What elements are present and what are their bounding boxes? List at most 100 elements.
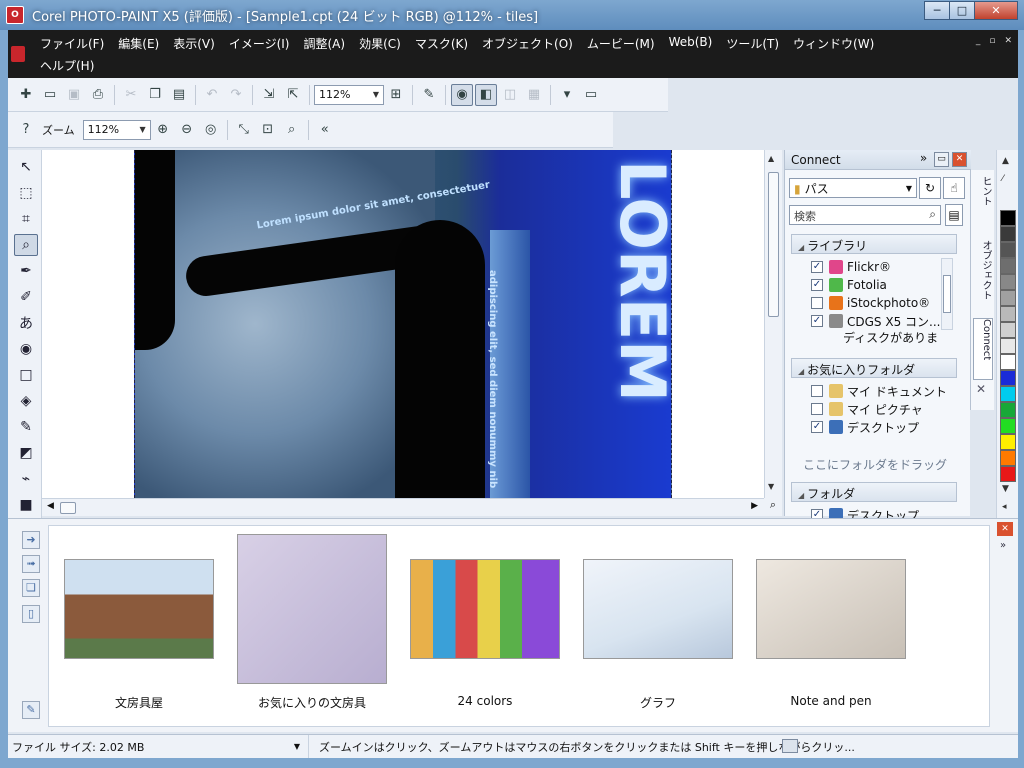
collapse-left-icon[interactable]: « xyxy=(314,119,336,141)
cut-icon[interactable]: ✂ xyxy=(120,84,142,106)
color-swatch[interactable] xyxy=(1000,354,1016,370)
color-swatch[interactable] xyxy=(1000,258,1016,274)
menu-item[interactable]: 編集(E) xyxy=(116,34,171,56)
color-swatch[interactable] xyxy=(1000,402,1016,418)
close-button[interactable]: ✕ xyxy=(974,1,1018,20)
tray-thumbnail[interactable]: 24 colors xyxy=(405,534,565,724)
color-swatch[interactable] xyxy=(1000,386,1016,402)
doc-restore-button[interactable]: ▫ xyxy=(989,36,995,46)
print-icon[interactable]: ⎙ xyxy=(87,84,109,106)
brush-settings-icon[interactable]: ✎ xyxy=(418,84,440,106)
doc-close-button[interactable]: ✕ xyxy=(1004,36,1012,46)
zoom-in-icon[interactable]: ⊕ xyxy=(152,119,174,141)
scroll-down-icon[interactable]: ▼ xyxy=(768,482,774,491)
docker-title-bar[interactable]: Connect » ▭ ✕ xyxy=(785,150,971,170)
status-monitor-icon[interactable] xyxy=(782,739,798,753)
horizontal-scroll-thumb[interactable] xyxy=(60,502,76,514)
color-swatch[interactable] xyxy=(1000,226,1016,242)
help-icon[interactable]: ? xyxy=(15,119,37,141)
navigator-icon[interactable]: ⌕ xyxy=(764,498,782,516)
copy-icon[interactable]: ❐ xyxy=(144,84,166,106)
library-scroll-thumb[interactable] xyxy=(943,275,951,313)
zoom-fit-image-icon[interactable]: ⊡ xyxy=(257,119,279,141)
color-swatch[interactable] xyxy=(1000,322,1016,338)
docker-close-button[interactable]: ✕ xyxy=(952,152,967,167)
menu-item[interactable]: Web(B) xyxy=(667,34,725,56)
color-swatch[interactable] xyxy=(1000,370,1016,386)
scroll-left-icon[interactable]: ◀ xyxy=(47,501,54,511)
show-object-marquee-icon[interactable]: ◉ xyxy=(451,83,473,106)
favorites-item[interactable]: マイ ピクチャ xyxy=(811,400,923,418)
color-swatch[interactable] xyxy=(1000,434,1016,450)
document-image[interactable]: Lorem ipsum dolor sit amet, consectetuer… xyxy=(134,150,672,498)
color-swatch[interactable] xyxy=(1000,466,1016,482)
color-swatch[interactable] xyxy=(1000,306,1016,322)
vertical-scrollbar[interactable]: ▲ ▼ xyxy=(764,150,782,498)
show-mask-marquee-icon[interactable]: ◧ xyxy=(475,83,497,106)
minimize-button[interactable]: ─ xyxy=(924,1,950,20)
zoom-to-fit-icon[interactable]: ⤡ xyxy=(233,119,255,141)
paste-icon[interactable]: ▤ xyxy=(168,84,190,106)
palette-scroll-down-icon[interactable]: ▼ xyxy=(1002,484,1009,494)
checkbox[interactable] xyxy=(811,297,823,309)
red-eye-tool-icon[interactable]: ◉ xyxy=(14,338,38,360)
checkbox[interactable]: ✓ xyxy=(811,261,823,273)
image-sprayer-tool-icon[interactable]: ⌁ xyxy=(14,468,38,490)
palette-scroll-up-icon[interactable]: ▲ xyxy=(1002,156,1009,166)
maximize-button[interactable]: □ xyxy=(949,1,975,20)
view-mode-icon[interactable]: ▤ xyxy=(945,204,963,226)
checkbox[interactable]: ✓ xyxy=(811,279,823,291)
open-folder-icon[interactable]: ▭ xyxy=(39,84,61,106)
menu-item[interactable]: ムービー(M) xyxy=(585,34,667,56)
close-tab-icon[interactable]: ✕ xyxy=(976,382,986,396)
docker-expand-icon[interactable]: » xyxy=(916,152,931,167)
favorites-section-header[interactable]: ◢ お気に入りフォルダ xyxy=(791,358,957,378)
menu-item[interactable]: イメージ(I) xyxy=(227,34,302,56)
file-size-field[interactable]: ファイル サイズ: 2.02 MB ▼ xyxy=(8,735,308,758)
color-swatch[interactable] xyxy=(1000,242,1016,258)
library-item[interactable]: iStockphoto® xyxy=(811,294,930,312)
library-item[interactable]: ✓ Fotolia xyxy=(811,276,887,294)
full-screen-preview-icon[interactable]: ⊞ xyxy=(385,84,407,106)
menu-item[interactable]: オブジェクト(O) xyxy=(480,34,585,56)
tray-copy-icon[interactable]: ❏ xyxy=(22,579,40,597)
checkbox[interactable]: ✓ xyxy=(811,421,823,433)
transparency-icon[interactable]: ▦ xyxy=(523,84,545,106)
favorites-item[interactable]: マイ ドキュメント xyxy=(811,382,947,400)
tab-objects[interactable]: オブジェクト xyxy=(973,240,993,320)
library-section-header[interactable]: ◢ ライブラリ xyxy=(791,234,957,254)
menu-item[interactable]: ツール(T) xyxy=(724,34,791,56)
save-icon[interactable]: ▣ xyxy=(63,84,85,106)
tray-settings-icon[interactable]: ✎ xyxy=(22,701,40,719)
application-launcher-icon[interactable]: ▾ xyxy=(556,84,578,106)
tray-add-icon[interactable]: ☝ xyxy=(943,177,965,199)
crop-tool-icon[interactable]: ⌗ xyxy=(14,208,38,230)
tray-thumbnail[interactable]: お気に入りの文房具 xyxy=(232,534,392,724)
chevron-down-icon[interactable]: ▼ xyxy=(294,742,300,751)
menu-item[interactable]: ファイル(F) xyxy=(38,34,116,56)
menu-item[interactable]: ウィンドウ(W) xyxy=(791,34,886,56)
search-input[interactable]: 検索 ⌕ xyxy=(789,205,941,225)
docker-minimize-button[interactable]: ▭ xyxy=(934,152,949,167)
palette-expand-icon[interactable]: ◂ xyxy=(1002,502,1007,512)
pick-tool-icon[interactable]: ↖ xyxy=(14,156,38,178)
fill-tool-icon[interactable]: ◈ xyxy=(14,390,38,412)
tray-expand-icon[interactable]: » xyxy=(1000,540,1016,551)
color-swatch[interactable] xyxy=(1000,290,1016,306)
checkbox[interactable]: ✓ xyxy=(811,315,823,327)
tray-thumbnail[interactable]: Note and pen xyxy=(751,534,911,724)
tray-page-icon[interactable]: ▯ xyxy=(22,605,40,623)
search-icon[interactable]: ⌕ xyxy=(929,207,936,222)
effect-tool-icon[interactable]: ◩ xyxy=(14,442,38,464)
library-item[interactable]: ✓ Flickr® xyxy=(811,258,891,276)
refresh-icon[interactable]: ↻ xyxy=(919,177,941,199)
zoom-selection-icon[interactable]: ⌕ xyxy=(281,119,303,141)
zoom-tool-icon[interactable]: ⌕ xyxy=(14,234,38,256)
import-icon[interactable]: ⇲ xyxy=(258,84,280,106)
export-icon[interactable]: ⇱ xyxy=(282,84,304,106)
new-icon[interactable]: ✚ xyxy=(15,84,37,106)
palette-no-color-icon[interactable]: ⁄ xyxy=(1002,174,1004,184)
mask-rectangle-tool-icon[interactable]: ⬚ xyxy=(14,182,38,204)
mask-overlay-icon[interactable]: ◫ xyxy=(499,84,521,106)
color-swatch[interactable] xyxy=(1000,418,1016,434)
